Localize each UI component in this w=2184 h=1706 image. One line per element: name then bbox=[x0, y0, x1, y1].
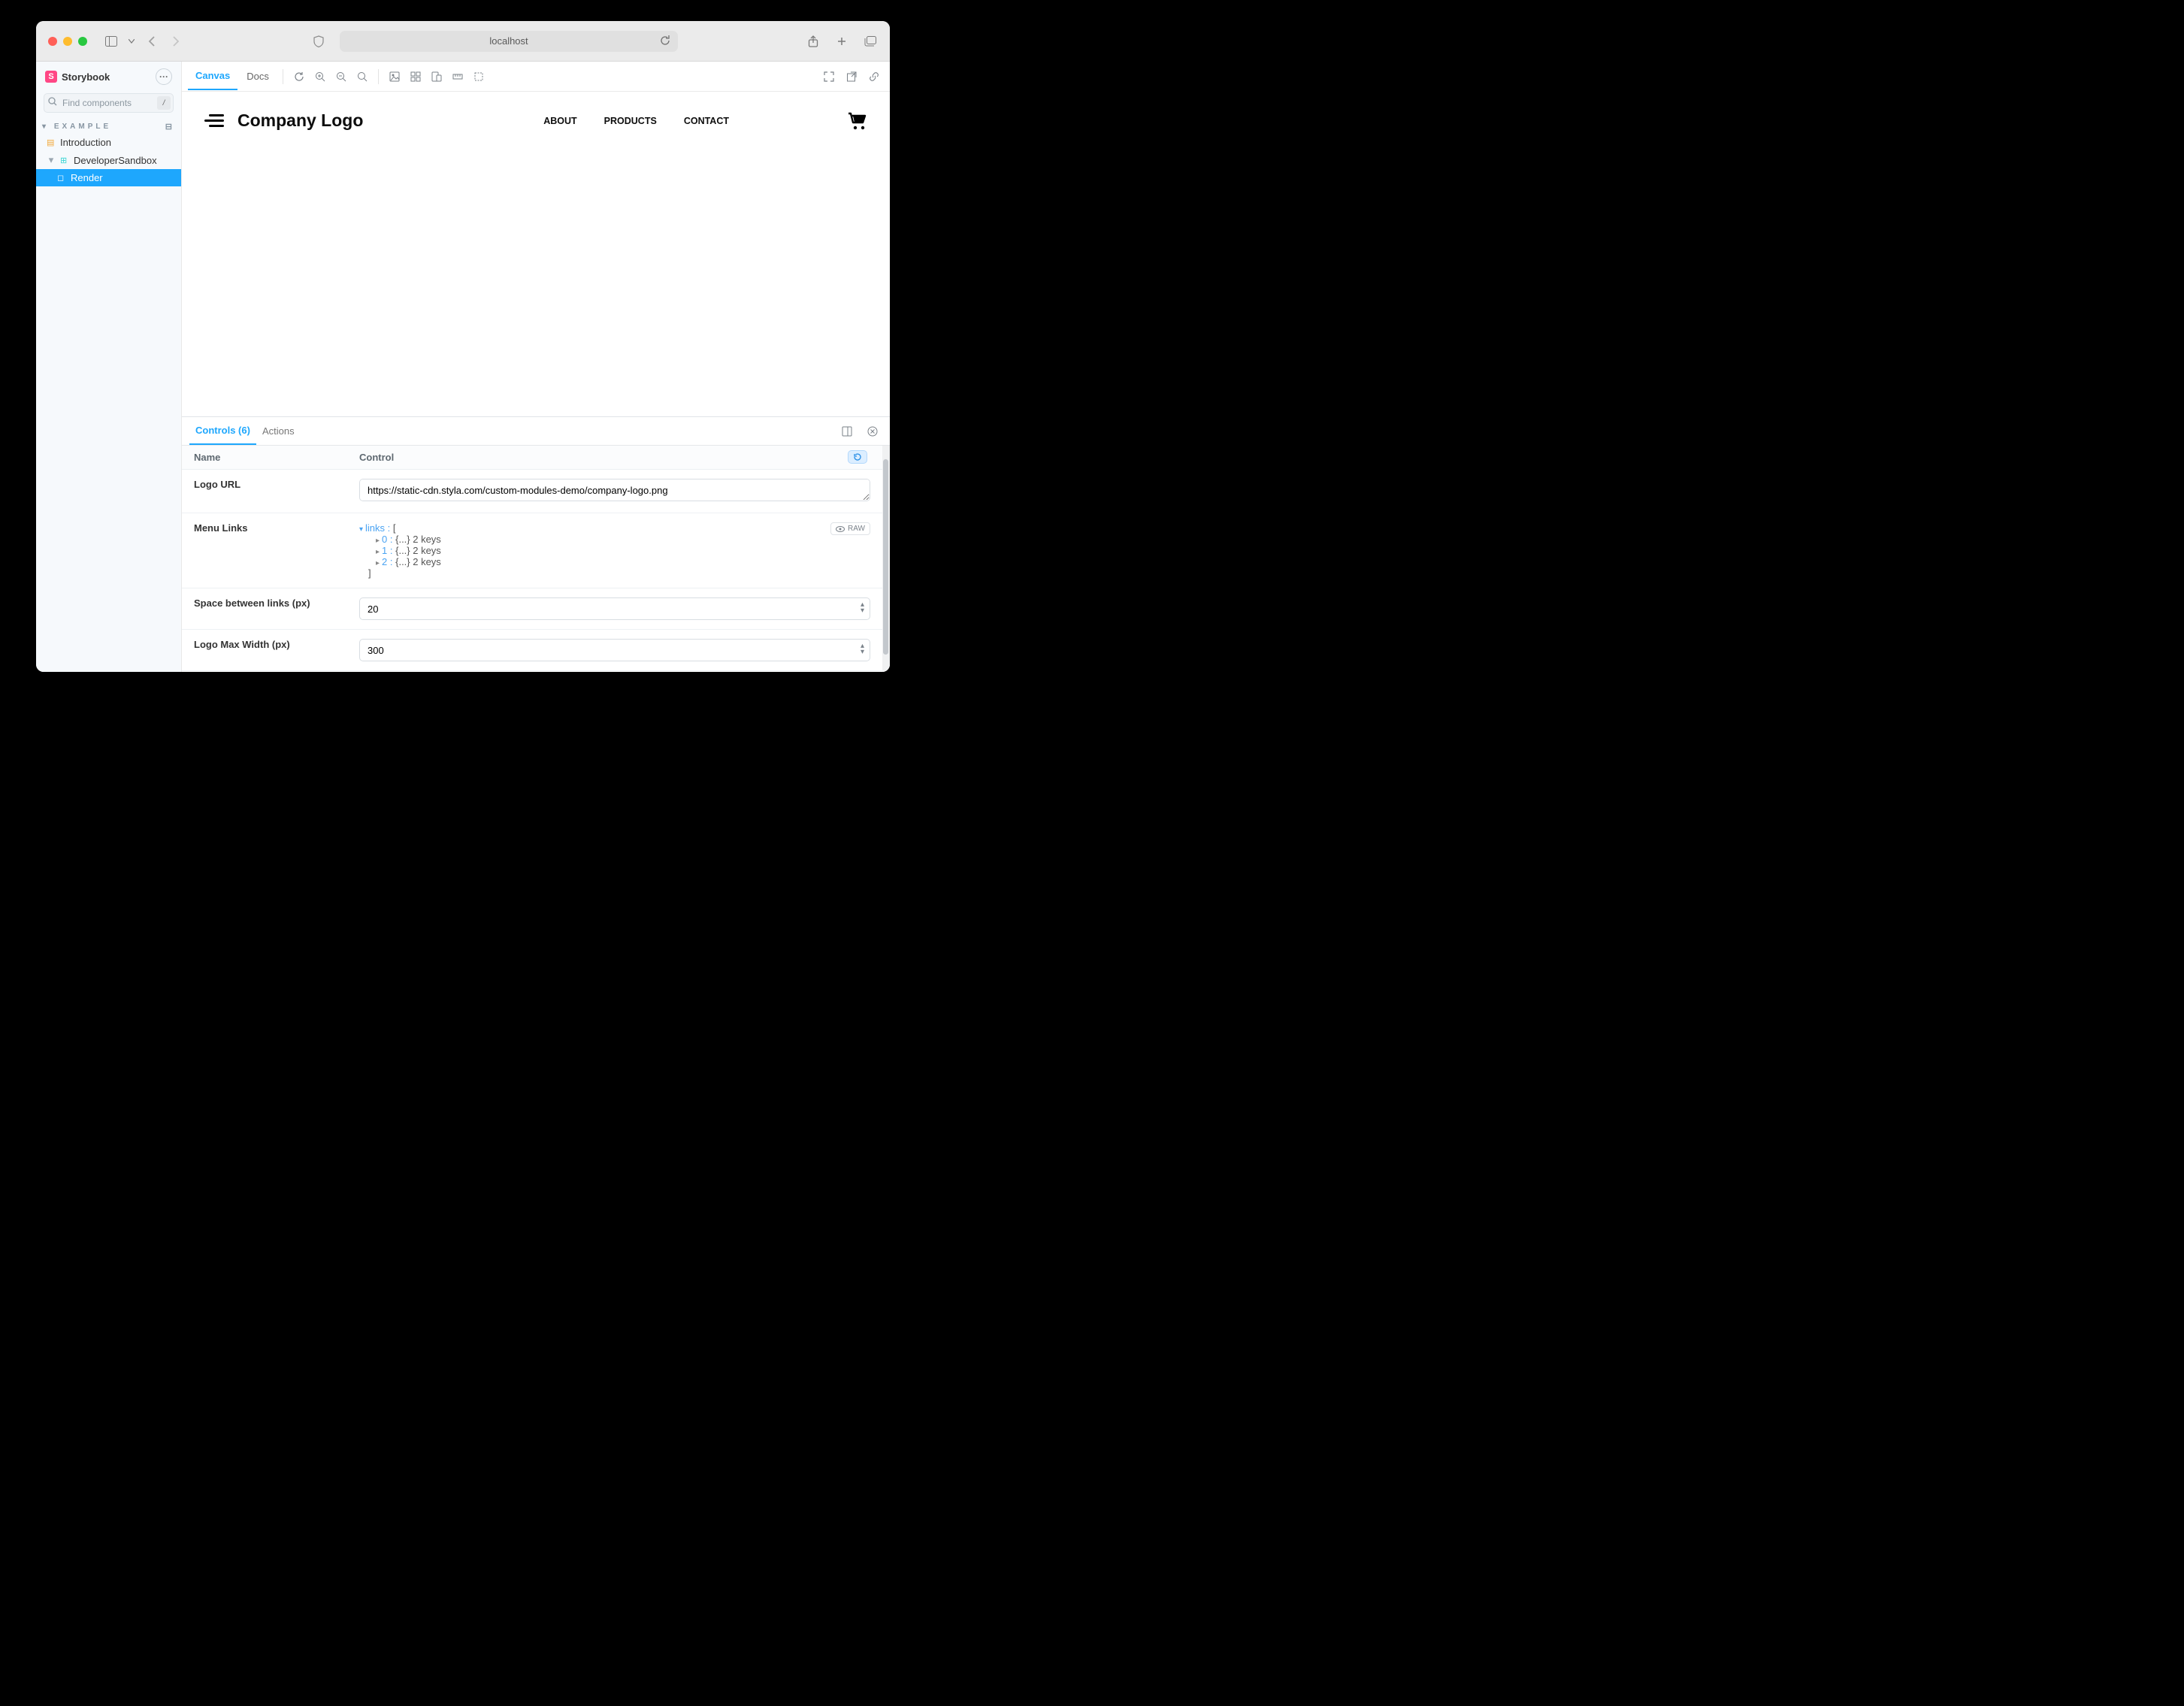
viewport-icon[interactable] bbox=[427, 67, 446, 86]
nav-link-about[interactable]: ABOUT bbox=[543, 116, 576, 126]
stepper-arrows-icon[interactable]: ▴▾ bbox=[861, 602, 864, 614]
storybook-brand-text: Storybook bbox=[62, 71, 110, 83]
nav-link-products[interactable]: PRODUCTS bbox=[604, 116, 657, 126]
stepper-arrows-icon[interactable]: ▴▾ bbox=[861, 643, 864, 655]
component-nav: ABOUT PRODUCTS CONTACT bbox=[543, 116, 729, 126]
sidebar-item-label: Render bbox=[71, 172, 103, 183]
tab-dropdown-icon[interactable] bbox=[128, 34, 135, 49]
control-row-menu-links: Menu Links RAW ▾links : [ ▸0 : {...} 2 k… bbox=[182, 513, 882, 588]
addons-tab-actions[interactable]: Actions bbox=[256, 418, 301, 444]
document-icon: ▤ bbox=[47, 138, 56, 147]
open-isolated-icon[interactable] bbox=[842, 67, 861, 86]
address-bar[interactable]: localhost bbox=[340, 31, 678, 52]
reset-controls-button[interactable] bbox=[848, 450, 867, 464]
privacy-shield-icon[interactable] bbox=[311, 34, 326, 49]
zoom-reset-icon[interactable] bbox=[352, 67, 372, 86]
search-input[interactable] bbox=[44, 93, 174, 113]
collapse-all-icon[interactable]: ⊟ bbox=[165, 122, 172, 132]
sidebar-item-introduction[interactable]: ▤ Introduction bbox=[36, 134, 181, 151]
json-tree[interactable]: RAW ▾links : [ ▸0 : {...} 2 keys ▸1 : {.… bbox=[359, 522, 870, 579]
background-icon[interactable] bbox=[385, 67, 404, 86]
control-label: Logo URL bbox=[194, 479, 359, 490]
expand-caret-icon: ▾ bbox=[47, 154, 56, 166]
hamburger-menu-icon[interactable] bbox=[204, 114, 224, 127]
address-text: localhost bbox=[489, 35, 528, 47]
scrollbar-track[interactable] bbox=[882, 446, 890, 672]
sidebar-menu-button[interactable]: ··· bbox=[156, 68, 172, 85]
browser-window: localhost S Storybook ··· bbox=[36, 21, 890, 672]
storybook-brand: S Storybook ··· bbox=[36, 62, 181, 92]
control-label: Menu Links bbox=[194, 522, 359, 534]
sidebar-item-developersandbox[interactable]: ▾ ⊞ DeveloperSandbox bbox=[36, 151, 181, 169]
back-button[interactable] bbox=[144, 34, 159, 49]
search-icon bbox=[48, 97, 57, 106]
remount-icon[interactable] bbox=[289, 67, 309, 86]
control-row-logo-url: Logo URL bbox=[182, 470, 882, 513]
maximize-window-button[interactable] bbox=[78, 37, 87, 46]
storybook-sidebar: S Storybook ··· / ▾ EXAMPLE ⊟ ▤ Introduc… bbox=[36, 62, 182, 672]
zoom-out-icon[interactable] bbox=[331, 67, 351, 86]
raw-toggle-button[interactable]: RAW bbox=[830, 522, 870, 535]
browser-chrome: localhost bbox=[36, 21, 890, 62]
addons-panel: Controls (6) Actions Name Control bbox=[182, 416, 890, 672]
forward-button[interactable] bbox=[168, 34, 183, 49]
control-row-space: Space between links (px) ▴▾ bbox=[182, 588, 882, 630]
storybook-logo-icon: S bbox=[45, 71, 57, 83]
story-icon: ◻ bbox=[57, 173, 66, 183]
component-header: Company Logo ABOUT PRODUCTS CONTACT bbox=[204, 110, 867, 131]
sidebar-section-label: EXAMPLE bbox=[54, 123, 111, 131]
scrollbar-thumb[interactable] bbox=[883, 459, 888, 655]
zoom-in-icon[interactable] bbox=[310, 67, 330, 86]
space-input[interactable] bbox=[359, 597, 870, 620]
company-logo-text: Company Logo bbox=[237, 110, 363, 131]
controls-table: Name Control Logo URL bbox=[182, 446, 882, 672]
control-row-logo-max: Logo Max Width (px) ▴▾ bbox=[182, 630, 882, 671]
new-tab-button[interactable] bbox=[834, 34, 849, 49]
search-shortcut-badge: / bbox=[157, 96, 171, 110]
preview-toolbar: Canvas Docs bbox=[182, 62, 890, 92]
cart-icon[interactable] bbox=[848, 112, 867, 130]
minimize-window-button[interactable] bbox=[63, 37, 72, 46]
logo-max-input[interactable] bbox=[359, 639, 870, 661]
control-label: Logo Max Width (px) bbox=[194, 639, 359, 650]
sidebar-item-label: DeveloperSandbox bbox=[74, 155, 157, 166]
grid-icon[interactable] bbox=[406, 67, 425, 86]
copy-link-icon[interactable] bbox=[864, 67, 884, 86]
addons-tab-controls[interactable]: Controls (6) bbox=[189, 417, 256, 445]
close-window-button[interactable] bbox=[48, 37, 57, 46]
traffic-lights bbox=[48, 37, 87, 46]
preview-canvas: Company Logo ABOUT PRODUCTS CONTACT bbox=[182, 92, 890, 416]
reload-icon[interactable] bbox=[660, 35, 670, 46]
component-search: / bbox=[44, 93, 174, 113]
addons-close-icon[interactable] bbox=[863, 422, 882, 441]
control-label: Space between links (px) bbox=[194, 597, 359, 609]
sidebar-toggle-button[interactable] bbox=[104, 34, 119, 49]
logo-url-input[interactable] bbox=[359, 479, 870, 501]
addons-orientation-icon[interactable] bbox=[837, 422, 857, 441]
share-button[interactable] bbox=[806, 34, 821, 49]
outline-icon[interactable] bbox=[469, 67, 489, 86]
sidebar-item-label: Introduction bbox=[60, 137, 111, 148]
tab-canvas[interactable]: Canvas bbox=[188, 62, 237, 90]
raw-label: RAW bbox=[848, 525, 865, 533]
fullscreen-icon[interactable] bbox=[819, 67, 839, 86]
sidebar-section-header[interactable]: ▾ EXAMPLE ⊟ bbox=[36, 119, 181, 134]
control-row-show-cart: Show Cart Icon False True bbox=[182, 671, 882, 672]
header-control: Control bbox=[359, 452, 394, 463]
sidebar-item-render[interactable]: ◻ Render bbox=[36, 169, 181, 186]
tab-docs[interactable]: Docs bbox=[239, 63, 277, 89]
header-name: Name bbox=[194, 452, 359, 463]
measure-icon[interactable] bbox=[448, 67, 467, 86]
component-icon: ⊞ bbox=[60, 156, 69, 165]
nav-link-contact[interactable]: CONTACT bbox=[684, 116, 729, 126]
tabs-overview-button[interactable] bbox=[863, 34, 878, 49]
